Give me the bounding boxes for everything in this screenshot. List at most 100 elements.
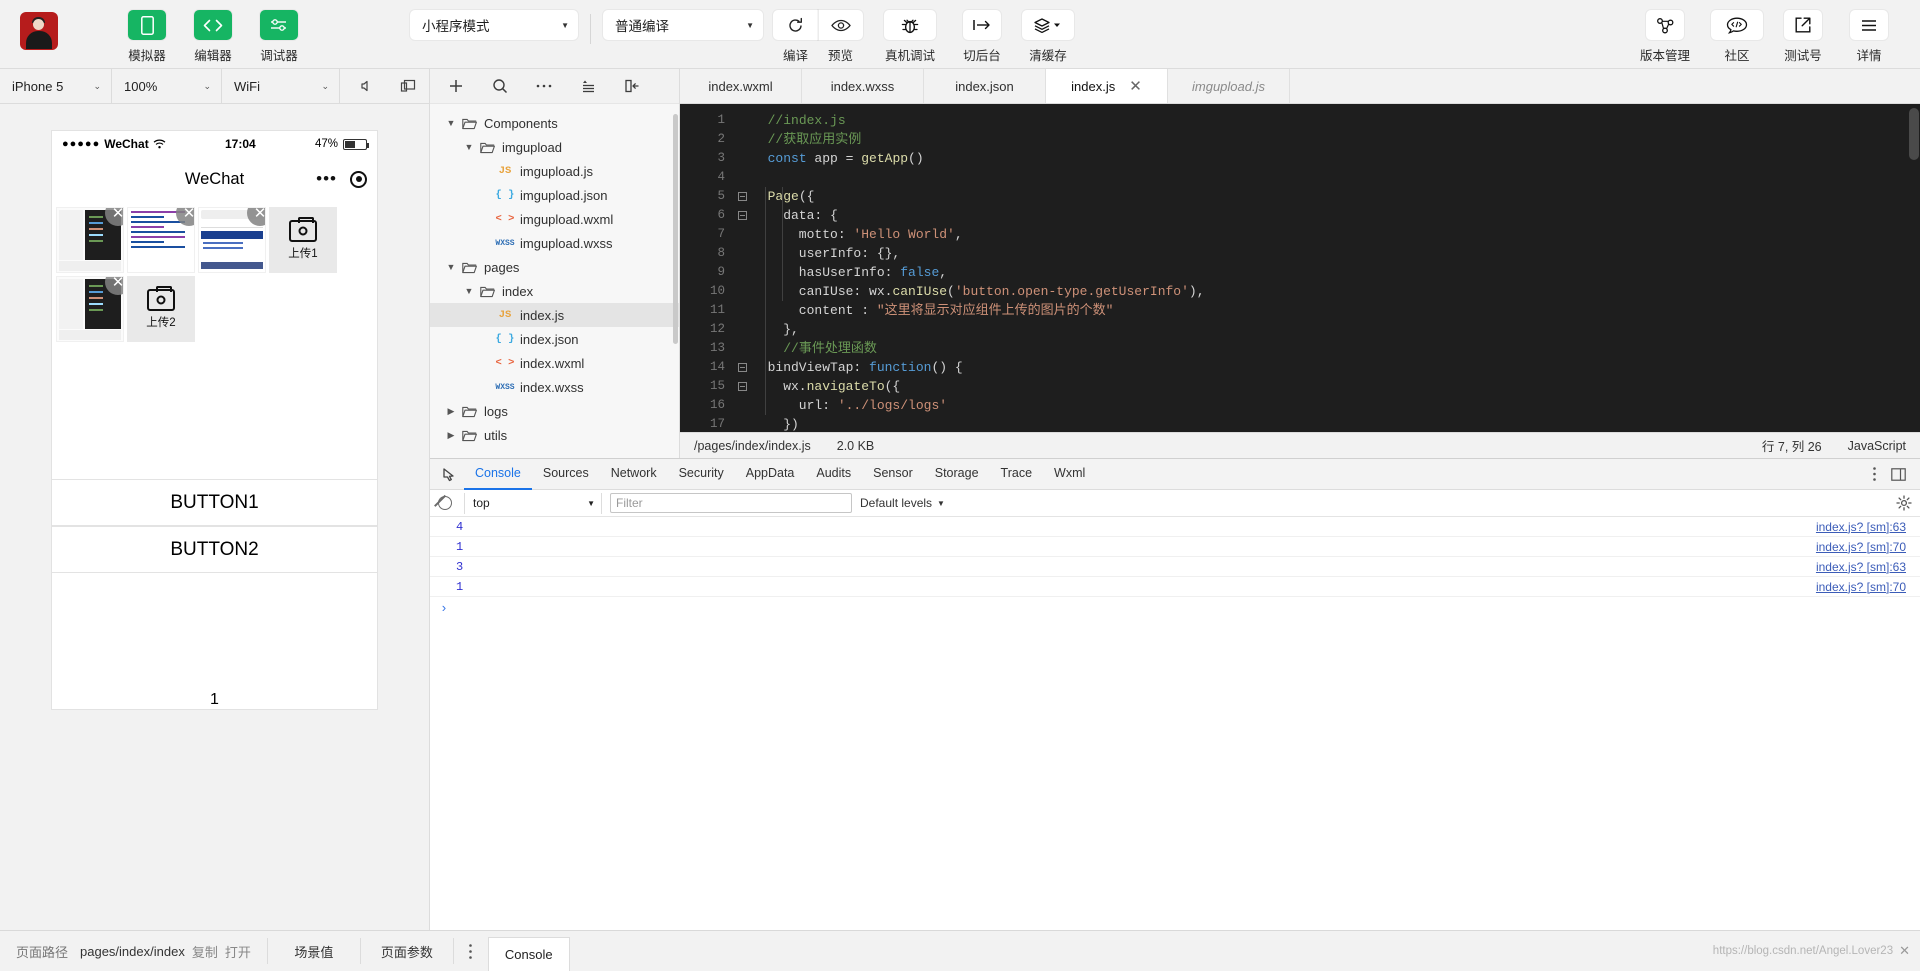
fold-gutter[interactable]: [732, 104, 752, 432]
mode-select[interactable]: 小程序模式 ▼: [410, 10, 578, 40]
console-message-source[interactable]: index.js? [sm]:70: [1816, 580, 1920, 594]
file-tree-item[interactable]: ▶< >index.wxml: [430, 351, 679, 375]
mute-icon[interactable]: [360, 79, 374, 93]
switch-background-button[interactable]: 切后台: [953, 0, 1011, 64]
test-account-button[interactable]: 测试号: [1774, 0, 1832, 64]
compile-mode-select[interactable]: 普通编译 ▼: [603, 10, 763, 40]
chevron-down-icon[interactable]: ▼: [462, 286, 476, 296]
editor-tab[interactable]: imgupload.js: [1168, 69, 1290, 103]
file-tree-scrollbar[interactable]: [673, 114, 678, 344]
file-tree-item[interactable]: ▶JSimgupload.js: [430, 159, 679, 183]
image-thumbnail[interactable]: ✕: [56, 207, 124, 273]
phone-button-2[interactable]: BUTTON2: [52, 526, 377, 573]
devtools-tab[interactable]: Sources: [532, 459, 600, 490]
kebab-menu-icon[interactable]: [454, 931, 488, 971]
console-message-source[interactable]: index.js? [sm]:63: [1816, 560, 1920, 574]
search-icon[interactable]: [492, 78, 508, 94]
close-icon[interactable]: ✕: [1899, 943, 1910, 959]
copy-path-button[interactable]: 复制: [192, 942, 218, 961]
split-icon[interactable]: [624, 79, 640, 93]
image-thumbnail[interactable]: ✕: [198, 207, 266, 273]
network-select[interactable]: WiFi ⌄: [222, 68, 340, 104]
dock-icon[interactable]: [1891, 467, 1906, 481]
inspect-icon[interactable]: [434, 467, 464, 482]
chevron-right-icon[interactable]: ▶: [444, 406, 458, 417]
compile-button[interactable]: [773, 10, 818, 40]
page-params-button[interactable]: 页面参数: [361, 931, 453, 971]
toolbar-debugger-button[interactable]: 调试器: [250, 0, 308, 64]
console-output[interactable]: 4 index.js? [sm]:63 1 index.js? [sm]:70 3 ind…: [430, 517, 1920, 930]
devtools-tab[interactable]: Network: [600, 459, 668, 490]
scene-value-button[interactable]: 场景值: [268, 931, 360, 971]
devtools-tab[interactable]: Wxml: [1043, 459, 1096, 490]
device-select[interactable]: iPhone 5 ⌄: [0, 68, 112, 104]
clear-console-icon[interactable]: [438, 496, 452, 510]
devtools-tab[interactable]: Storage: [924, 459, 990, 490]
devtools-tab[interactable]: Audits: [805, 459, 862, 490]
zoom-select[interactable]: 100% ⌄: [112, 68, 222, 104]
toolbar-simulator-button[interactable]: 模拟器: [118, 0, 176, 64]
console-message-source[interactable]: index.js? [sm]:70: [1816, 540, 1920, 554]
console-prompt[interactable]: ›: [430, 597, 1920, 619]
toolbar-editor-button[interactable]: 编辑器: [184, 0, 242, 64]
remote-debug-button[interactable]: 真机调试: [875, 0, 945, 64]
preview-button[interactable]: [818, 10, 863, 40]
devtools-tab[interactable]: Security: [668, 459, 735, 490]
file-tree-item[interactable]: ▼ index: [430, 279, 679, 303]
image-thumbnail[interactable]: ✕: [127, 207, 195, 273]
code-lines[interactable]: //index.js //获取应用实例 const app = getApp()…: [752, 104, 1920, 432]
console-levels-select[interactable]: Default levels ▼: [860, 496, 945, 510]
file-tree-item[interactable]: ▶WXSSindex.wxss: [430, 375, 679, 399]
kebab-menu-icon[interactable]: [1872, 466, 1877, 482]
close-icon[interactable]: ✕: [1129, 79, 1142, 94]
editor-tab[interactable]: index.json: [924, 69, 1046, 103]
open-path-button[interactable]: 打开: [225, 942, 251, 961]
version-control-button[interactable]: 版本管理: [1630, 0, 1700, 64]
file-tree-item[interactable]: ▼ imgupload: [430, 135, 679, 159]
devtools-tab[interactable]: Sensor: [862, 459, 924, 490]
clear-cache-button[interactable]: 清缓存: [1019, 0, 1077, 64]
editor-tab[interactable]: index.wxss: [802, 69, 924, 103]
image-thumbnail[interactable]: ✕: [56, 276, 124, 342]
plus-icon[interactable]: [448, 78, 464, 94]
details-button[interactable]: 详情: [1840, 0, 1898, 64]
gear-icon[interactable]: [1896, 495, 1912, 511]
console-context-select[interactable]: top ▼: [464, 492, 602, 514]
capsule-close-icon[interactable]: [350, 170, 367, 188]
file-tree-item[interactable]: ▶ utils: [430, 423, 679, 447]
console-chip[interactable]: Console: [487, 937, 570, 971]
file-tree-item[interactable]: ▼ pages: [430, 255, 679, 279]
code-area[interactable]: 1 2 3 4 5 6 7 8 9 10 11 12 13 14 15 16 17 //index.js //获…: [680, 104, 1920, 432]
file-tree-item[interactable]: ▶ logs: [430, 399, 679, 423]
fold-toggle-icon[interactable]: [732, 187, 752, 206]
file-tree-item[interactable]: ▶JSindex.js: [430, 303, 679, 327]
devtools-tab[interactable]: Console: [464, 459, 532, 490]
file-tree-item[interactable]: ▶WXSSimgupload.wxss: [430, 231, 679, 255]
code-scrollbar[interactable]: [1909, 108, 1919, 160]
file-tree-item[interactable]: ▶{ }imgupload.json: [430, 183, 679, 207]
file-tree-item[interactable]: ▼ Components: [430, 111, 679, 135]
chevron-down-icon[interactable]: ▼: [462, 142, 476, 152]
chevron-down-icon[interactable]: ▼: [444, 118, 458, 128]
rotate-screen-icon[interactable]: [400, 79, 416, 93]
console-filter-input[interactable]: Filter: [610, 493, 852, 513]
chevron-down-icon[interactable]: ▼: [444, 262, 458, 272]
fold-toggle-icon[interactable]: [732, 206, 752, 225]
collapse-icon[interactable]: [580, 79, 596, 93]
file-tree-item[interactable]: ▶< >imgupload.wxml: [430, 207, 679, 231]
fold-toggle-icon[interactable]: [732, 377, 752, 396]
user-avatar[interactable]: [20, 12, 58, 50]
capsule-more-icon[interactable]: •••: [316, 169, 337, 189]
upload-button-1[interactable]: 上传1: [269, 207, 337, 273]
community-button[interactable]: 社区: [1708, 0, 1766, 64]
more-icon[interactable]: [536, 83, 552, 89]
devtools-tab[interactable]: AppData: [735, 459, 806, 490]
editor-tab[interactable]: index.js ✕: [1046, 69, 1168, 103]
devtools-tab[interactable]: Trace: [990, 459, 1044, 490]
editor-tab[interactable]: index.wxml: [680, 69, 802, 103]
console-message-source[interactable]: index.js? [sm]:63: [1816, 520, 1920, 534]
file-tree-item[interactable]: ▶{ }index.json: [430, 327, 679, 351]
upload-button-2[interactable]: 上传2: [127, 276, 195, 342]
phone-button-1[interactable]: BUTTON1: [52, 479, 377, 526]
chevron-right-icon[interactable]: ▶: [444, 430, 458, 441]
